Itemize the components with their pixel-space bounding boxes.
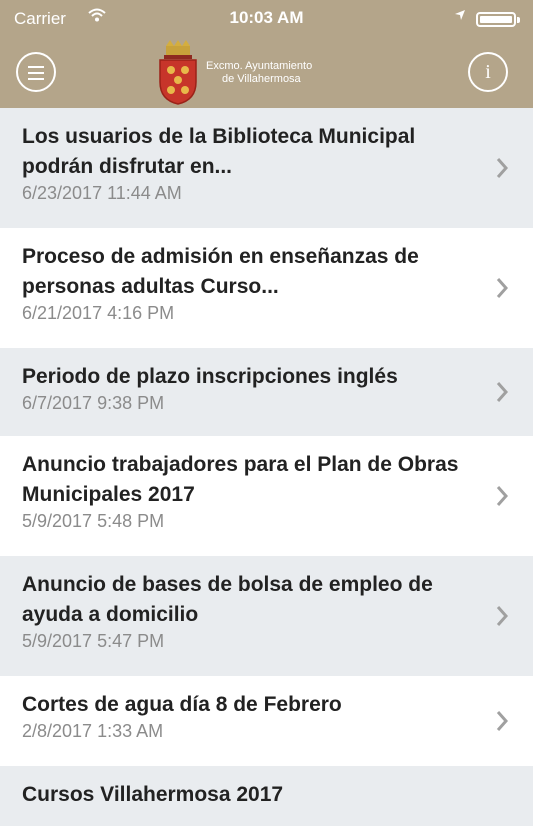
news-title: Anuncio trabajadores para el Plan de Obr…	[22, 453, 459, 506]
news-title: Cortes de agua día 8 de Febrero	[22, 693, 342, 716]
nav-bar: Excmo. Ayuntamiento de Villahermosa i	[0, 38, 533, 108]
news-title: Los usuarios de la Biblioteca Municipal …	[22, 125, 416, 178]
location-arrow-icon	[454, 9, 466, 24]
info-icon: i	[485, 61, 491, 83]
menu-icon-line	[28, 72, 44, 74]
battery-icon	[476, 12, 520, 27]
chevron-right-icon	[496, 606, 509, 626]
chevron-right-icon	[496, 382, 509, 402]
list-item[interactable]: Proceso de admisión en enseñanzas de per…	[0, 228, 533, 348]
news-title: Periodo de plazo inscripciones inglés	[22, 365, 398, 388]
chevron-right-icon	[496, 486, 509, 506]
chevron-right-icon	[496, 158, 509, 178]
coat-of-arms-logo	[159, 40, 197, 105]
news-date: 5/9/2017 5:47 PM	[22, 631, 165, 651]
news-title: Proceso de admisión en enseñanzas de per…	[22, 245, 419, 298]
org-line-1: Excmo. Ayuntamiento	[206, 60, 313, 72]
news-date: 6/21/2017 4:16 PM	[22, 303, 175, 323]
news-title: Anuncio de bases de bolsa de empleo de a…	[22, 573, 433, 626]
menu-button[interactable]	[16, 52, 56, 92]
chevron-right-icon	[496, 278, 509, 298]
news-title: Cursos Villahermosa 2017	[22, 783, 284, 806]
news-date: 5/9/2017 5:48 PM	[22, 511, 165, 531]
list-item[interactable]: Cortes de agua día 8 de Febrero 2/8/2017…	[0, 676, 533, 766]
organization-name: Excmo. Ayuntamiento de Villahermosa	[206, 60, 312, 86]
chevron-right-icon	[496, 711, 509, 731]
news-date: 2/8/2017 1:33 AM	[22, 721, 164, 741]
status-bar: Carrier 10:03 AM	[0, 0, 533, 38]
menu-icon	[28, 66, 44, 68]
news-date: 6/23/2017 11:44 AM	[22, 183, 182, 203]
news-date: 6/7/2017 9:38 PM	[22, 393, 165, 413]
list-item[interactable]: Cursos Villahermosa 2017	[0, 766, 533, 826]
news-list: Los usuarios de la Biblioteca Municipal …	[0, 108, 533, 826]
list-item[interactable]: Periodo de plazo inscripciones inglés 6/…	[0, 348, 533, 436]
list-item[interactable]: Los usuarios de la Biblioteca Municipal …	[0, 108, 533, 228]
header-bar: Carrier 10:03 AM Excmo. Ayuntamiento de …	[0, 0, 533, 108]
org-line-2: de Villahermosa	[222, 73, 301, 85]
list-item[interactable]: Anuncio de bases de bolsa de empleo de a…	[0, 556, 533, 676]
menu-icon-line	[28, 78, 44, 80]
list-item[interactable]: Anuncio trabajadores para el Plan de Obr…	[0, 436, 533, 556]
info-button[interactable]: i	[468, 52, 508, 92]
